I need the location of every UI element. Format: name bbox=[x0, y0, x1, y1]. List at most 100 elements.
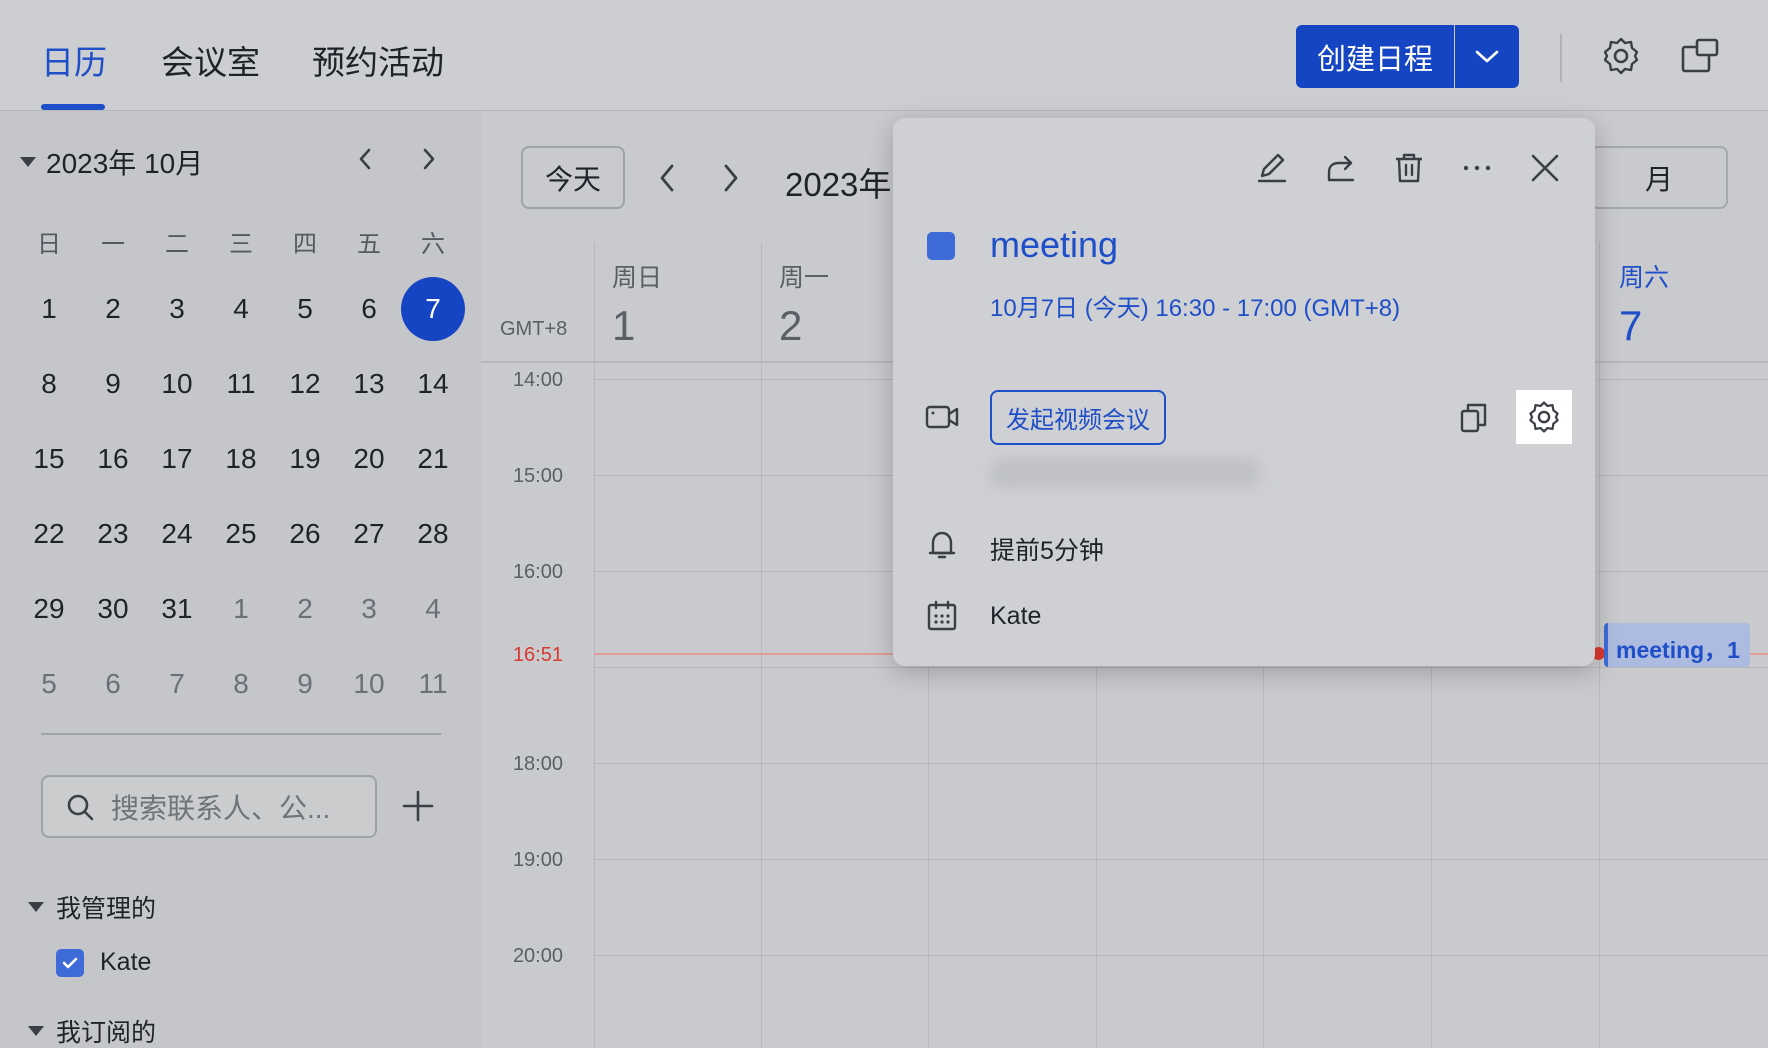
group-managed-header[interactable]: 我管理的 bbox=[28, 889, 156, 925]
mini-day[interactable]: 9 bbox=[273, 652, 337, 716]
grid-column-line bbox=[594, 242, 595, 1048]
mini-day[interactable]: 25 bbox=[209, 502, 273, 566]
time-label: 14:00 bbox=[512, 369, 563, 391]
mini-day[interactable]: 3 bbox=[337, 577, 401, 641]
mini-day[interactable]: 17 bbox=[145, 427, 209, 491]
mini-calendar-month: 2023年 10月 bbox=[46, 148, 204, 179]
mini-day[interactable]: 22 bbox=[17, 502, 81, 566]
mini-day[interactable]: 26 bbox=[273, 502, 337, 566]
share-icon[interactable] bbox=[1323, 150, 1359, 186]
mini-day[interactable]: 19 bbox=[273, 427, 337, 491]
mini-day[interactable]: 8 bbox=[209, 652, 273, 716]
mini-prev-month-icon[interactable] bbox=[350, 144, 380, 174]
mini-day[interactable]: 8 bbox=[17, 352, 81, 416]
contact-search-input[interactable]: 搜索联系人、公... bbox=[41, 775, 377, 838]
tab-meeting-rooms[interactable]: 会议室 bbox=[161, 36, 260, 84]
time-label: 18:00 bbox=[512, 753, 563, 775]
mini-calendar-header[interactable]: 2023年 10月 bbox=[20, 142, 203, 182]
mini-day[interactable]: 9 bbox=[81, 352, 145, 416]
checkbox-checked-icon[interactable] bbox=[56, 948, 84, 977]
calendar-item-kate[interactable]: Kate bbox=[56, 948, 151, 977]
prev-week-icon[interactable] bbox=[652, 160, 682, 196]
event-chip-meeting[interactable]: meeting，1 bbox=[1604, 623, 1750, 667]
close-icon[interactable] bbox=[1527, 150, 1563, 186]
view-month-button[interactable]: 月 bbox=[1590, 146, 1728, 209]
column-header-saturday[interactable]: 周六 7 bbox=[1619, 258, 1669, 350]
mini-day[interactable]: 4 bbox=[401, 577, 465, 641]
weekday-header: 日 bbox=[37, 231, 61, 258]
next-week-icon[interactable] bbox=[716, 160, 746, 196]
mini-day[interactable]: 31 bbox=[145, 577, 209, 641]
group-subscribed-label: 我订阅的 bbox=[56, 1019, 157, 1047]
mini-day[interactable]: 2 bbox=[81, 277, 145, 341]
create-dropdown-button[interactable] bbox=[1455, 25, 1519, 88]
add-calendar-button[interactable] bbox=[396, 782, 440, 830]
column-date: 7 bbox=[1619, 302, 1643, 349]
blurred-meeting-link bbox=[990, 458, 1260, 488]
mini-day[interactable]: 24 bbox=[145, 502, 209, 566]
mini-day[interactable]: 4 bbox=[209, 277, 273, 341]
mini-day[interactable]: 2 bbox=[273, 577, 337, 641]
mini-day[interactable]: 30 bbox=[81, 577, 145, 641]
mini-day[interactable]: 12 bbox=[273, 352, 337, 416]
mini-day[interactable]: 10 bbox=[145, 352, 209, 416]
bell-icon bbox=[924, 527, 960, 563]
mini-day[interactable]: 21 bbox=[401, 427, 465, 491]
copy-icon[interactable] bbox=[1456, 400, 1492, 436]
edit-icon[interactable] bbox=[1254, 150, 1290, 186]
today-button[interactable]: 今天 bbox=[521, 146, 625, 209]
grid-column-line bbox=[928, 660, 929, 1048]
mini-day[interactable]: 18 bbox=[209, 427, 273, 491]
settings-icon[interactable] bbox=[1601, 36, 1641, 76]
weekday-header: 二 bbox=[165, 231, 189, 258]
group-subscribed-header[interactable]: 我订阅的 bbox=[28, 1013, 156, 1048]
weekday-header: 五 bbox=[357, 231, 381, 258]
grid-hour-line bbox=[594, 859, 1768, 860]
event-time: 10月7日 (今天) 16:30 - 17:00 (GMT+8) bbox=[990, 295, 1401, 322]
mini-day[interactable]: 13 bbox=[337, 352, 401, 416]
new-window-icon[interactable] bbox=[1680, 36, 1720, 76]
event-color-swatch bbox=[927, 232, 955, 260]
mini-day[interactable]: 28 bbox=[401, 502, 465, 566]
mini-day[interactable]: 6 bbox=[81, 652, 145, 716]
start-video-meeting-button[interactable]: 发起视频会议 bbox=[990, 390, 1166, 445]
mini-day[interactable]: 3 bbox=[145, 277, 209, 341]
mini-day[interactable]: 11 bbox=[209, 352, 273, 416]
mini-day[interactable]: 15 bbox=[17, 427, 81, 491]
mini-day[interactable]: 20 bbox=[337, 427, 401, 491]
mini-day[interactable]: 5 bbox=[273, 277, 337, 341]
tab-booking[interactable]: 预约活动 bbox=[312, 36, 444, 84]
create-event-button[interactable]: 创建日程 bbox=[1296, 25, 1454, 88]
mini-day[interactable]: 1 bbox=[209, 577, 273, 641]
grid-column-line bbox=[1263, 660, 1264, 1048]
column-header-sunday[interactable]: 周日 1 bbox=[612, 258, 662, 350]
gear-icon bbox=[1527, 400, 1561, 434]
tab-calendar[interactable]: 日历 bbox=[41, 36, 107, 84]
delete-icon[interactable] bbox=[1391, 150, 1427, 186]
mini-next-month-icon[interactable] bbox=[414, 144, 444, 174]
more-icon[interactable] bbox=[1459, 150, 1495, 186]
meeting-settings-button[interactable] bbox=[1516, 390, 1572, 444]
column-header-monday[interactable]: 周一 2 bbox=[779, 258, 829, 350]
time-label: 20:00 bbox=[512, 945, 563, 967]
mini-day[interactable]: 7 bbox=[145, 652, 209, 716]
grid-hour-line bbox=[594, 667, 1768, 668]
mini-day[interactable]: 29 bbox=[17, 577, 81, 641]
mini-day[interactable]: 14 bbox=[401, 352, 465, 416]
grid-hour-line bbox=[594, 955, 1768, 956]
mini-day[interactable]: 27 bbox=[337, 502, 401, 566]
mini-day[interactable]: 6 bbox=[337, 277, 401, 341]
mini-day[interactable]: 23 bbox=[81, 502, 145, 566]
mini-day[interactable]: 10 bbox=[337, 652, 401, 716]
mini-day-today[interactable]: 7 bbox=[401, 277, 465, 341]
reminder-text: 提前5分钟 bbox=[990, 537, 1104, 565]
mini-day[interactable]: 11 bbox=[401, 652, 465, 716]
column-dow: 周一 bbox=[779, 264, 830, 292]
mini-day[interactable]: 16 bbox=[81, 427, 145, 491]
time-label: 19:00 bbox=[512, 849, 563, 871]
top-bar: 日历 会议室 预约活动 创建日程 bbox=[0, 0, 1768, 111]
mini-day[interactable]: 1 bbox=[17, 277, 81, 341]
event-title: meeting bbox=[990, 224, 1119, 265]
search-icon bbox=[65, 792, 95, 822]
mini-day[interactable]: 5 bbox=[17, 652, 81, 716]
